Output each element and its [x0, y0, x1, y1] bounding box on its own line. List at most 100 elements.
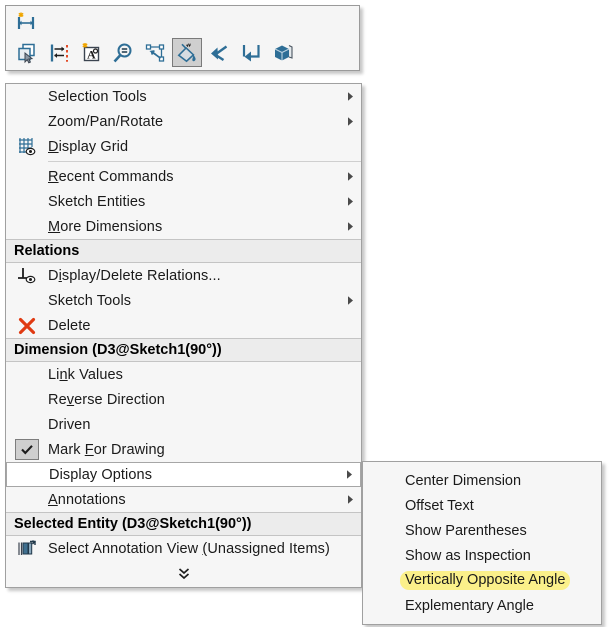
- undo-button[interactable]: [204, 38, 234, 67]
- menu-item-label: Select Annotation View (Unassigned Items…: [48, 540, 330, 557]
- section-header-label: Relations: [14, 243, 80, 259]
- submenu-item-show-as-inspection[interactable]: Show as Inspection: [363, 543, 601, 568]
- menu-item-label: Reverse Direction: [48, 391, 165, 408]
- menu-item-label: Annotations: [48, 491, 126, 508]
- fully-define-sketch-icon: [47, 41, 71, 65]
- zoom-to-area-icon: [111, 41, 135, 65]
- sketch-context-menu: Selection Tools Zoom/Pan/Rotate Display Gr…: [5, 83, 362, 588]
- menu-item-label: Mark For Drawing: [48, 441, 165, 458]
- submenu-item-offset-text[interactable]: Offset Text: [363, 493, 601, 518]
- menu-item-label: Display/Delete Relations...: [48, 267, 221, 284]
- submenu-arrow-icon: [339, 196, 361, 207]
- menu-item-link-values[interactable]: Link Values: [6, 362, 361, 387]
- submenu-item-label: Show Parentheses: [405, 522, 527, 539]
- menu-item-recent-commands[interactable]: Recent Commands: [6, 164, 361, 189]
- screen-root: A Selection Tools Zoom/Pan/Rotate Displa…: [0, 0, 610, 627]
- menu-icon-slot-empty: [6, 288, 48, 313]
- menu-item-selection-tools[interactable]: Selection Tools: [6, 84, 361, 109]
- select-other-button[interactable]: [12, 38, 42, 67]
- submenu-arrow-icon: [339, 91, 361, 102]
- toolbar-row-top: [6, 6, 359, 37]
- fully-define-sketch-button[interactable]: [44, 38, 74, 67]
- menu-item-annotations[interactable]: Annotations: [6, 487, 361, 512]
- dimension-paint-icon: [176, 42, 198, 64]
- isometric-view-button[interactable]: [268, 38, 298, 67]
- checked-box-icon: [6, 437, 48, 462]
- submenu-item-explementary-angle[interactable]: Explementary Angle: [363, 593, 601, 618]
- submenu-arrow-icon: [339, 171, 361, 182]
- menu-section-selected-entity: Selected Entity (D3@Sketch1(90°)): [6, 512, 361, 536]
- menu-item-select-annotation-view[interactable]: Select Annotation View (Unassigned Items…: [6, 536, 361, 561]
- menu-separator-1: [48, 161, 361, 162]
- menu-item-display-delete-relations[interactable]: Display/Delete Relations...: [6, 263, 361, 288]
- menu-expand-more[interactable]: [6, 561, 361, 587]
- menu-item-label: Display Grid: [48, 138, 129, 155]
- redo-arrow-icon: [239, 41, 263, 65]
- menu-item-zoom-pan-rotate[interactable]: Zoom/Pan/Rotate: [6, 109, 361, 134]
- select-other-icon: [15, 41, 39, 65]
- menu-item-more-dimensions[interactable]: More Dimensions: [6, 214, 361, 239]
- menu-item-display-grid[interactable]: Display Grid: [6, 134, 361, 159]
- isometric-view-icon: [271, 41, 295, 65]
- menu-item-label: Display Options: [49, 466, 153, 483]
- menu-item-label: Zoom/Pan/Rotate: [48, 113, 164, 130]
- menu-item-driven[interactable]: Driven: [6, 412, 361, 437]
- note-button[interactable]: A: [76, 38, 106, 67]
- menu-icon-slot-empty: [6, 84, 48, 109]
- submenu-arrow-icon: [339, 295, 361, 306]
- dimension-display-options-button[interactable]: [172, 38, 202, 67]
- menu-item-sketch-tools[interactable]: Sketch Tools: [6, 288, 361, 313]
- add-relation-button[interactable]: [140, 38, 170, 67]
- menu-icon-slot-empty: [6, 164, 48, 189]
- submenu-item-label: Explementary Angle: [405, 597, 534, 614]
- redo-button[interactable]: [236, 38, 266, 67]
- menu-item-reverse-direction[interactable]: Reverse Direction: [6, 387, 361, 412]
- menu-item-label: More Dimensions: [48, 218, 163, 235]
- smart-dimension-button[interactable]: [12, 7, 42, 36]
- submenu-arrow-icon: [339, 116, 361, 127]
- menu-icon-slot-empty: [6, 362, 48, 387]
- double-chevron-down-icon: [177, 566, 191, 582]
- section-header-label: Dimension (D3@Sketch1(90°)): [14, 342, 222, 358]
- select-annotation-view-icon: [6, 536, 48, 561]
- note-icon: A: [79, 41, 103, 65]
- menu-icon-slot-empty: [7, 462, 49, 487]
- menu-item-label: Link Values: [48, 366, 124, 383]
- submenu-arrow-icon: [338, 469, 360, 480]
- submenu-item-label: Show as Inspection: [405, 547, 531, 564]
- menu-item-label: Delete: [48, 317, 91, 334]
- submenu-item-center-dimension[interactable]: Center Dimension: [363, 468, 601, 493]
- menu-item-label: Driven: [48, 416, 91, 433]
- delete-x-icon: [6, 313, 48, 338]
- menu-icon-slot-empty: [6, 189, 48, 214]
- display-delete-relations-icon: [6, 263, 48, 288]
- toolbar-row-bottom: A: [6, 37, 359, 68]
- menu-section-dimension: Dimension (D3@Sketch1(90°)): [6, 338, 361, 362]
- menu-icon-slot-empty: [6, 387, 48, 412]
- smart-dimension-icon: [15, 11, 39, 33]
- submenu-item-label: Offset Text: [405, 497, 474, 514]
- submenu-arrow-icon: [339, 221, 361, 232]
- submenu-item-label: Vertically Opposite Angle: [400, 571, 571, 590]
- menu-item-mark-for-drawing[interactable]: Mark For Drawing: [6, 437, 361, 462]
- display-options-submenu: Center Dimension Offset Text Show Parenthe…: [362, 461, 602, 625]
- menu-icon-slot-empty: [6, 412, 48, 437]
- sketch-context-toolbar: A: [5, 5, 360, 71]
- menu-item-sketch-entities[interactable]: Sketch Entities: [6, 189, 361, 214]
- menu-icon-slot-empty: [6, 487, 48, 512]
- menu-item-label: Selection Tools: [48, 88, 147, 105]
- submenu-item-label: Center Dimension: [405, 472, 522, 489]
- submenu-item-show-parentheses[interactable]: Show Parentheses: [363, 518, 601, 543]
- zoom-to-area-button[interactable]: [108, 38, 138, 67]
- menu-icon-slot-empty: [6, 214, 48, 239]
- menu-icon-slot-empty: [6, 109, 48, 134]
- checked-box-icon[interactable]: [15, 439, 39, 460]
- section-header-label: Selected Entity (D3@Sketch1(90°)): [14, 516, 252, 532]
- menu-item-label: Sketch Tools: [48, 292, 132, 309]
- add-relation-icon: [143, 41, 167, 65]
- undo-arrow-icon: [207, 41, 231, 65]
- display-grid-icon: [6, 134, 48, 159]
- menu-item-delete[interactable]: Delete: [6, 313, 361, 338]
- submenu-item-vertically-opposite-angle[interactable]: Vertically Opposite Angle: [363, 568, 601, 593]
- menu-item-display-options[interactable]: Display Options: [6, 462, 361, 487]
